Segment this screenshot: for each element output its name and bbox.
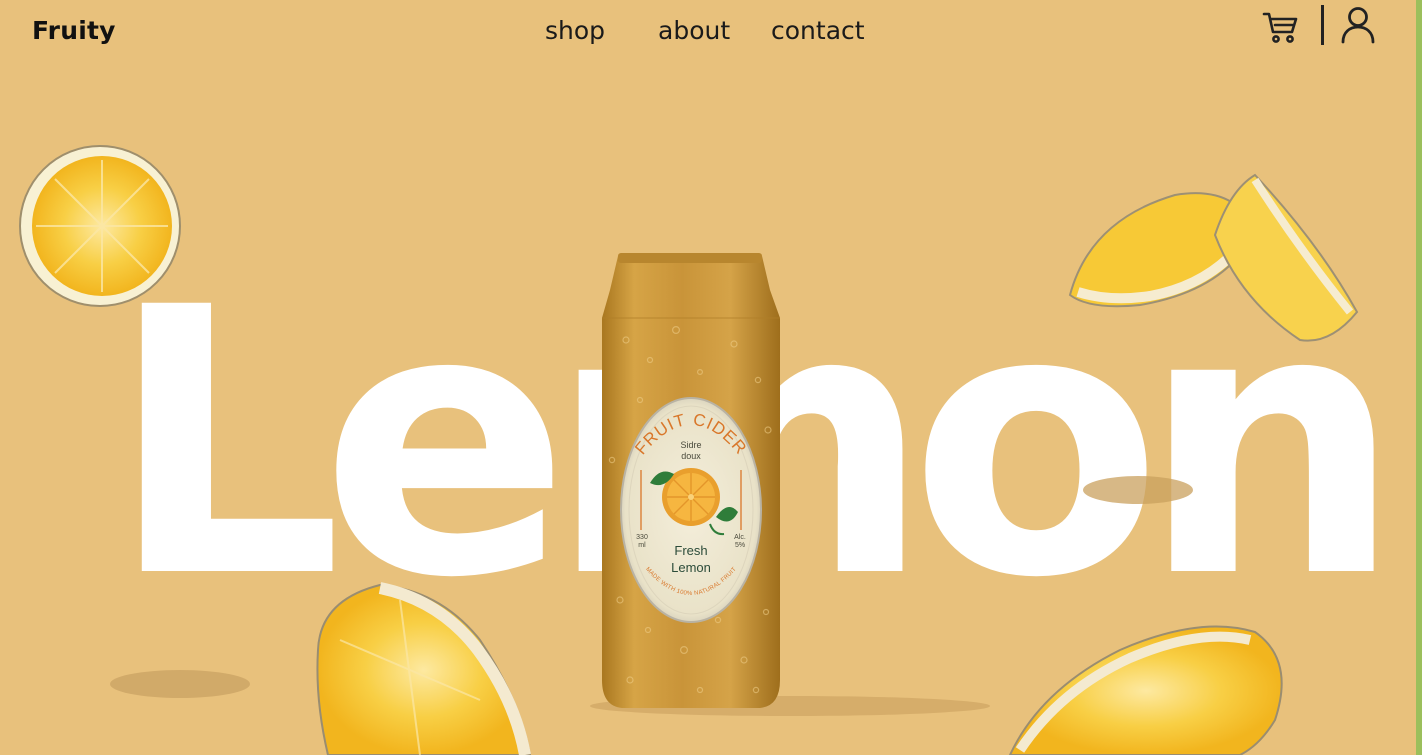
nav-contact-link[interactable]: contact xyxy=(771,16,865,45)
lemon-wedge-top-right xyxy=(1068,173,1359,342)
nav-about-link[interactable]: about xyxy=(658,16,730,45)
lemon-slice-top-left xyxy=(19,145,181,307)
user-icon[interactable] xyxy=(1340,6,1376,44)
nav-shop-link[interactable]: shop xyxy=(545,16,605,45)
brand-logo[interactable]: Fruity xyxy=(32,16,116,45)
cart-icon[interactable] xyxy=(1262,10,1300,44)
site-header: Fruity shop about contact xyxy=(0,0,1422,64)
product-scene xyxy=(19,145,1359,755)
header-divider xyxy=(1321,5,1324,45)
cider-can xyxy=(602,253,780,708)
lemon-wedge-bottom-left xyxy=(316,582,532,755)
lemon-wedge-bottom-right xyxy=(1008,625,1283,755)
